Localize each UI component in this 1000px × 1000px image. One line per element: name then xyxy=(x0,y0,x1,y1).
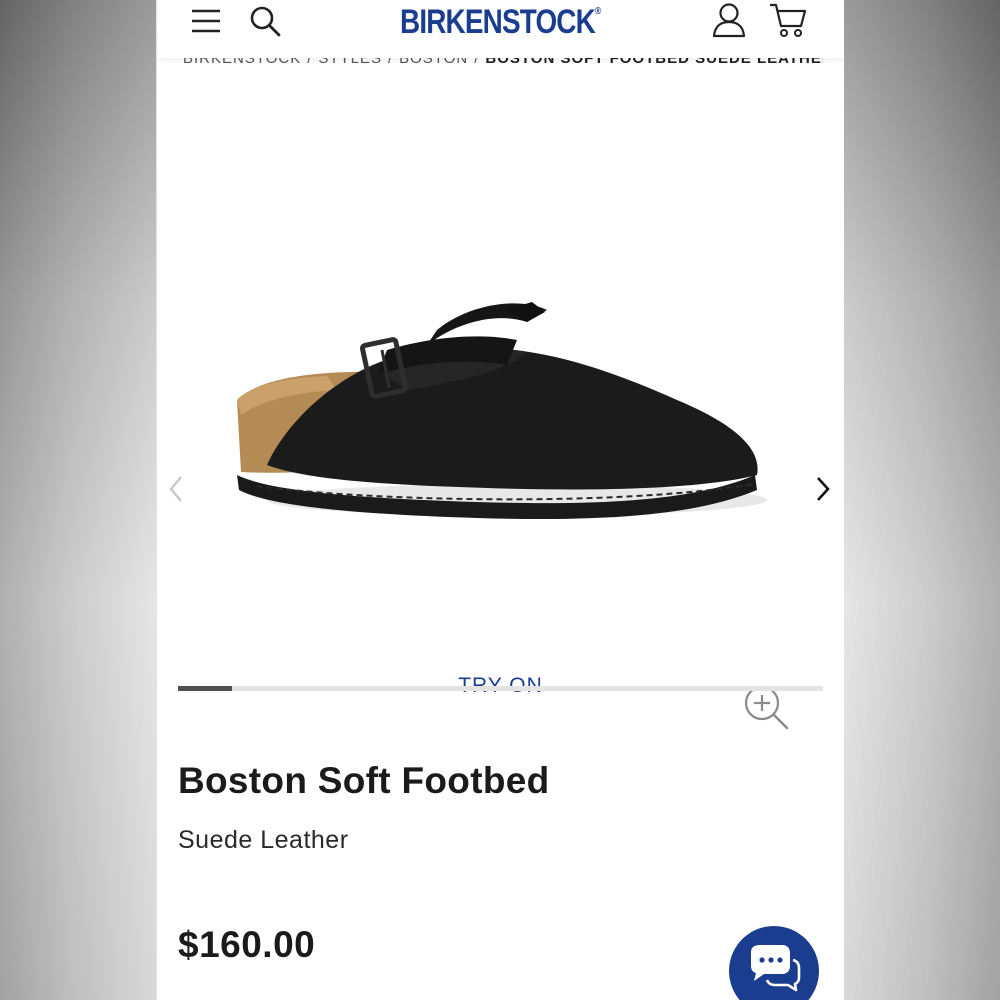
product-gallery: TRY ON xyxy=(157,80,844,730)
chevron-left-icon[interactable] xyxy=(165,473,189,505)
site-header: BIRKENSTOCK® xyxy=(157,0,844,58)
gallery-progress-fill xyxy=(178,686,232,691)
gallery-progress-bar[interactable] xyxy=(178,686,823,691)
account-icon[interactable] xyxy=(712,2,746,38)
brand-logo[interactable]: BIRKENSTOCK® xyxy=(400,2,601,42)
cart-icon[interactable] xyxy=(769,2,807,38)
product-title: Boston Soft Footbed xyxy=(178,760,550,801)
chat-bubbles-icon xyxy=(751,945,801,992)
product-page: BIRKENSTOCK® BIRKENSTOCK / STYLES / BOSTON / B… xyxy=(157,0,844,1000)
menu-icon[interactable] xyxy=(191,8,221,34)
search-icon[interactable] xyxy=(249,5,281,37)
product-image[interactable] xyxy=(227,250,787,540)
background-left xyxy=(0,0,156,1000)
product-price: $160.00 xyxy=(178,924,316,965)
chat-button[interactable] xyxy=(729,926,819,1000)
chevron-right-icon[interactable] xyxy=(811,473,835,505)
background-right xyxy=(844,0,1000,1000)
product-material: Suede Leather xyxy=(178,826,349,854)
